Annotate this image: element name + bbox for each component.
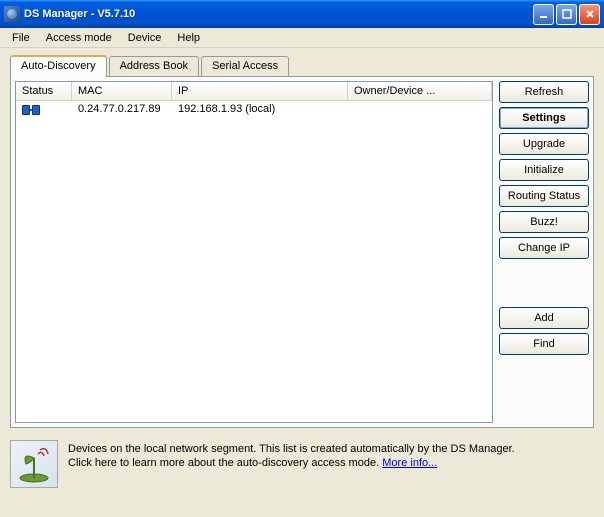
initialize-button[interactable]: Initialize [499, 159, 589, 181]
tab-address-book[interactable]: Address Book [109, 56, 199, 76]
title-bar: DS Manager - V5.7.10 [0, 0, 604, 28]
device-list[interactable]: Status MAC IP Owner/Device ... 0.24.77.0… [15, 81, 493, 423]
minimize-button[interactable] [533, 4, 554, 25]
find-button[interactable]: Find [499, 333, 589, 355]
device-status-icon [22, 105, 40, 117]
table-row[interactable]: 0.24.77.0.217.89 192.168.1.93 (local) [16, 101, 492, 122]
ip-cell: 192.168.1.93 (local) [172, 101, 348, 122]
window-controls [533, 4, 600, 25]
buzz-button[interactable]: Buzz! [499, 211, 589, 233]
footer-line1: Devices on the local network segment. Th… [68, 443, 515, 455]
footer-line2: Click here to learn more about the auto-… [68, 457, 382, 469]
tab-auto-discovery[interactable]: Auto-Discovery [10, 55, 107, 77]
more-info-link[interactable]: More info... [382, 457, 437, 469]
menu-help[interactable]: Help [169, 30, 208, 46]
menu-device[interactable]: Device [120, 30, 170, 46]
window-title: DS Manager - V5.7.10 [24, 8, 533, 20]
mac-cell: 0.24.77.0.217.89 [72, 101, 172, 122]
routing-status-button[interactable]: Routing Status [499, 185, 589, 207]
column-mac[interactable]: MAC [72, 82, 172, 100]
upgrade-button[interactable]: Upgrade [499, 133, 589, 155]
maximize-button[interactable] [556, 4, 577, 25]
close-button[interactable] [579, 4, 600, 25]
refresh-button[interactable]: Refresh [499, 81, 589, 103]
status-cell [16, 101, 72, 122]
footer-text: Devices on the local network segment. Th… [68, 440, 594, 470]
menu-access-mode[interactable]: Access mode [38, 30, 120, 46]
settings-button[interactable]: Settings [499, 107, 589, 129]
radar-icon [10, 440, 58, 488]
column-ip[interactable]: IP [172, 82, 348, 100]
footer: Devices on the local network segment. Th… [0, 432, 604, 496]
tab-serial-access[interactable]: Serial Access [201, 56, 289, 76]
add-button[interactable]: Add [499, 307, 589, 329]
list-body: 0.24.77.0.217.89 192.168.1.93 (local) [16, 101, 492, 422]
menu-file[interactable]: File [4, 30, 38, 46]
column-owner[interactable]: Owner/Device ... [348, 82, 492, 100]
tab-strip: Auto-Discovery Address Book Serial Acces… [10, 56, 594, 76]
list-header: Status MAC IP Owner/Device ... [16, 82, 492, 101]
change-ip-button[interactable]: Change IP [499, 237, 589, 259]
owner-cell [348, 101, 492, 122]
content-area: Auto-Discovery Address Book Serial Acces… [0, 48, 604, 432]
menu-bar: File Access mode Device Help [0, 28, 604, 48]
column-status[interactable]: Status [16, 82, 72, 100]
button-spacer [499, 263, 589, 303]
button-column: Refresh Settings Upgrade Initialize Rout… [499, 81, 589, 423]
tab-panel: Status MAC IP Owner/Device ... 0.24.77.0… [10, 76, 594, 428]
app-icon [4, 6, 20, 22]
